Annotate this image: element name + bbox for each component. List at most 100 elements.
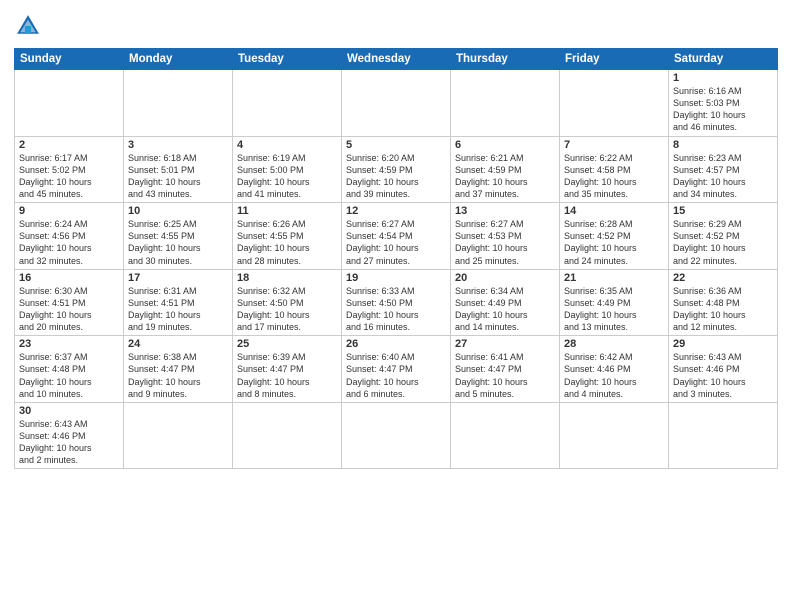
calendar-cell: 26Sunrise: 6:40 AM Sunset: 4:47 PM Dayli… <box>342 336 451 403</box>
calendar-cell <box>342 402 451 469</box>
day-info: Sunrise: 6:20 AM Sunset: 4:59 PM Dayligh… <box>346 152 446 201</box>
day-info: Sunrise: 6:36 AM Sunset: 4:48 PM Dayligh… <box>673 285 773 334</box>
header <box>14 12 778 40</box>
day-number: 30 <box>19 405 119 417</box>
day-number: 17 <box>128 272 228 284</box>
calendar-cell <box>124 402 233 469</box>
calendar-cell <box>560 402 669 469</box>
day-number: 27 <box>455 338 555 350</box>
day-info: Sunrise: 6:31 AM Sunset: 4:51 PM Dayligh… <box>128 285 228 334</box>
day-info: Sunrise: 6:38 AM Sunset: 4:47 PM Dayligh… <box>128 351 228 400</box>
day-info: Sunrise: 6:39 AM Sunset: 4:47 PM Dayligh… <box>237 351 337 400</box>
day-number: 16 <box>19 272 119 284</box>
calendar-cell: 29Sunrise: 6:43 AM Sunset: 4:46 PM Dayli… <box>669 336 778 403</box>
calendar-cell: 7Sunrise: 6:22 AM Sunset: 4:58 PM Daylig… <box>560 136 669 203</box>
calendar-cell: 11Sunrise: 6:26 AM Sunset: 4:55 PM Dayli… <box>233 203 342 270</box>
calendar-week-row: 23Sunrise: 6:37 AM Sunset: 4:48 PM Dayli… <box>15 336 778 403</box>
calendar-cell: 4Sunrise: 6:19 AM Sunset: 5:00 PM Daylig… <box>233 136 342 203</box>
calendar-cell: 12Sunrise: 6:27 AM Sunset: 4:54 PM Dayli… <box>342 203 451 270</box>
day-number: 1 <box>673 72 773 84</box>
calendar-cell: 21Sunrise: 6:35 AM Sunset: 4:49 PM Dayli… <box>560 269 669 336</box>
calendar-week-row: 9Sunrise: 6:24 AM Sunset: 4:56 PM Daylig… <box>15 203 778 270</box>
calendar-cell <box>124 70 233 137</box>
calendar-cell: 1Sunrise: 6:16 AM Sunset: 5:03 PM Daylig… <box>669 70 778 137</box>
calendar-cell <box>15 70 124 137</box>
weekday-header-thursday: Thursday <box>451 49 560 70</box>
day-number: 22 <box>673 272 773 284</box>
day-number: 14 <box>564 205 664 217</box>
page: SundayMondayTuesdayWednesdayThursdayFrid… <box>0 0 792 612</box>
day-info: Sunrise: 6:19 AM Sunset: 5:00 PM Dayligh… <box>237 152 337 201</box>
weekday-header-friday: Friday <box>560 49 669 70</box>
weekday-header-wednesday: Wednesday <box>342 49 451 70</box>
day-info: Sunrise: 6:18 AM Sunset: 5:01 PM Dayligh… <box>128 152 228 201</box>
day-info: Sunrise: 6:35 AM Sunset: 4:49 PM Dayligh… <box>564 285 664 334</box>
calendar-cell: 2Sunrise: 6:17 AM Sunset: 5:02 PM Daylig… <box>15 136 124 203</box>
calendar-cell: 13Sunrise: 6:27 AM Sunset: 4:53 PM Dayli… <box>451 203 560 270</box>
day-number: 12 <box>346 205 446 217</box>
calendar-table: SundayMondayTuesdayWednesdayThursdayFrid… <box>14 48 778 469</box>
calendar-cell: 23Sunrise: 6:37 AM Sunset: 4:48 PM Dayli… <box>15 336 124 403</box>
day-number: 7 <box>564 139 664 151</box>
calendar-cell: 19Sunrise: 6:33 AM Sunset: 4:50 PM Dayli… <box>342 269 451 336</box>
day-info: Sunrise: 6:28 AM Sunset: 4:52 PM Dayligh… <box>564 218 664 267</box>
day-info: Sunrise: 6:43 AM Sunset: 4:46 PM Dayligh… <box>673 351 773 400</box>
day-info: Sunrise: 6:32 AM Sunset: 4:50 PM Dayligh… <box>237 285 337 334</box>
day-info: Sunrise: 6:40 AM Sunset: 4:47 PM Dayligh… <box>346 351 446 400</box>
day-info: Sunrise: 6:16 AM Sunset: 5:03 PM Dayligh… <box>673 85 773 134</box>
calendar-cell: 20Sunrise: 6:34 AM Sunset: 4:49 PM Dayli… <box>451 269 560 336</box>
day-info: Sunrise: 6:29 AM Sunset: 4:52 PM Dayligh… <box>673 218 773 267</box>
calendar-cell: 30Sunrise: 6:43 AM Sunset: 4:46 PM Dayli… <box>15 402 124 469</box>
day-info: Sunrise: 6:27 AM Sunset: 4:54 PM Dayligh… <box>346 218 446 267</box>
day-info: Sunrise: 6:23 AM Sunset: 4:57 PM Dayligh… <box>673 152 773 201</box>
day-number: 6 <box>455 139 555 151</box>
logo-icon <box>14 12 42 40</box>
day-number: 18 <box>237 272 337 284</box>
calendar-cell: 22Sunrise: 6:36 AM Sunset: 4:48 PM Dayli… <box>669 269 778 336</box>
day-number: 28 <box>564 338 664 350</box>
calendar-cell: 14Sunrise: 6:28 AM Sunset: 4:52 PM Dayli… <box>560 203 669 270</box>
calendar-cell: 5Sunrise: 6:20 AM Sunset: 4:59 PM Daylig… <box>342 136 451 203</box>
calendar-cell: 28Sunrise: 6:42 AM Sunset: 4:46 PM Dayli… <box>560 336 669 403</box>
day-number: 15 <box>673 205 773 217</box>
day-info: Sunrise: 6:41 AM Sunset: 4:47 PM Dayligh… <box>455 351 555 400</box>
calendar-week-row: 30Sunrise: 6:43 AM Sunset: 4:46 PM Dayli… <box>15 402 778 469</box>
calendar-cell: 9Sunrise: 6:24 AM Sunset: 4:56 PM Daylig… <box>15 203 124 270</box>
weekday-header-tuesday: Tuesday <box>233 49 342 70</box>
calendar-cell: 3Sunrise: 6:18 AM Sunset: 5:01 PM Daylig… <box>124 136 233 203</box>
calendar-cell: 27Sunrise: 6:41 AM Sunset: 4:47 PM Dayli… <box>451 336 560 403</box>
day-number: 4 <box>237 139 337 151</box>
day-number: 23 <box>19 338 119 350</box>
day-number: 21 <box>564 272 664 284</box>
day-number: 19 <box>346 272 446 284</box>
day-info: Sunrise: 6:25 AM Sunset: 4:55 PM Dayligh… <box>128 218 228 267</box>
day-number: 26 <box>346 338 446 350</box>
day-info: Sunrise: 6:27 AM Sunset: 4:53 PM Dayligh… <box>455 218 555 267</box>
day-info: Sunrise: 6:33 AM Sunset: 4:50 PM Dayligh… <box>346 285 446 334</box>
weekday-header-sunday: Sunday <box>15 49 124 70</box>
calendar-cell <box>560 70 669 137</box>
weekday-header-monday: Monday <box>124 49 233 70</box>
day-info: Sunrise: 6:34 AM Sunset: 4:49 PM Dayligh… <box>455 285 555 334</box>
day-number: 29 <box>673 338 773 350</box>
calendar-cell: 8Sunrise: 6:23 AM Sunset: 4:57 PM Daylig… <box>669 136 778 203</box>
calendar-cell <box>233 70 342 137</box>
calendar-cell: 24Sunrise: 6:38 AM Sunset: 4:47 PM Dayli… <box>124 336 233 403</box>
calendar-cell: 16Sunrise: 6:30 AM Sunset: 4:51 PM Dayli… <box>15 269 124 336</box>
day-info: Sunrise: 6:24 AM Sunset: 4:56 PM Dayligh… <box>19 218 119 267</box>
day-info: Sunrise: 6:17 AM Sunset: 5:02 PM Dayligh… <box>19 152 119 201</box>
calendar-cell: 15Sunrise: 6:29 AM Sunset: 4:52 PM Dayli… <box>669 203 778 270</box>
calendar-cell <box>451 70 560 137</box>
day-number: 10 <box>128 205 228 217</box>
calendar-week-row: 16Sunrise: 6:30 AM Sunset: 4:51 PM Dayli… <box>15 269 778 336</box>
day-info: Sunrise: 6:22 AM Sunset: 4:58 PM Dayligh… <box>564 152 664 201</box>
day-number: 20 <box>455 272 555 284</box>
day-info: Sunrise: 6:26 AM Sunset: 4:55 PM Dayligh… <box>237 218 337 267</box>
day-info: Sunrise: 6:30 AM Sunset: 4:51 PM Dayligh… <box>19 285 119 334</box>
calendar-cell <box>342 70 451 137</box>
calendar-cell: 17Sunrise: 6:31 AM Sunset: 4:51 PM Dayli… <box>124 269 233 336</box>
calendar-cell <box>233 402 342 469</box>
day-info: Sunrise: 6:21 AM Sunset: 4:59 PM Dayligh… <box>455 152 555 201</box>
day-info: Sunrise: 6:42 AM Sunset: 4:46 PM Dayligh… <box>564 351 664 400</box>
day-number: 25 <box>237 338 337 350</box>
